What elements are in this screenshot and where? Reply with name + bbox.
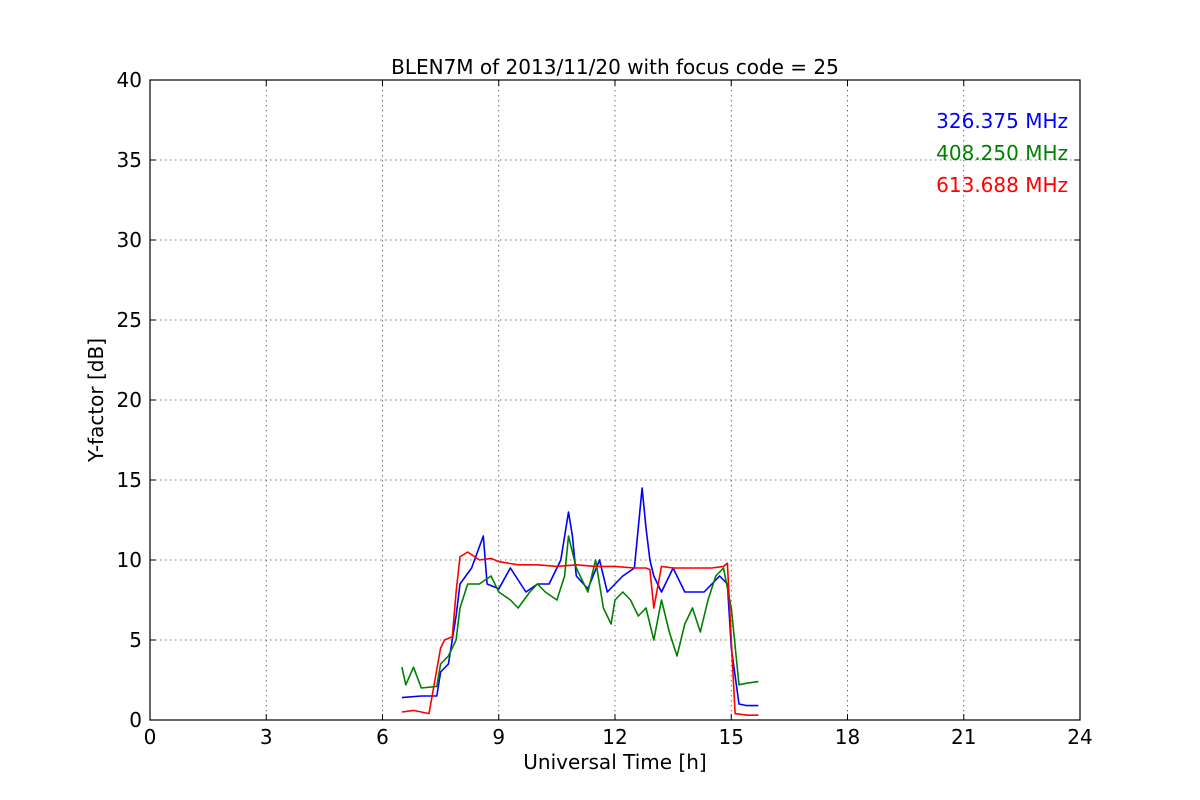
- legend-entry-0: 326.375 MHz: [936, 109, 1068, 133]
- y-tick-label: 40: [117, 68, 142, 92]
- x-tick-label: 3: [260, 725, 273, 749]
- x-tick-label: 24: [1067, 725, 1092, 749]
- x-tick-label: 6: [376, 725, 389, 749]
- y-tick-label: 15: [117, 468, 142, 492]
- legend-entry-2: 613.688 MHz: [936, 173, 1068, 197]
- x-tick-label: 0: [144, 725, 157, 749]
- series-layer: [401, 487, 759, 717]
- legend: 326.375 MHz 408.250 MHz 613.688 MHz: [936, 109, 1068, 197]
- legend-entry-1: 408.250 MHz: [936, 141, 1068, 165]
- y-tick-label: 30: [117, 228, 142, 252]
- x-tick-label: 12: [602, 725, 627, 749]
- y-tick-labels: 0 5 10 15 20 25 30 35 40: [117, 68, 142, 732]
- y-tick-label: 5: [129, 628, 142, 652]
- x-tick-label: 18: [835, 725, 860, 749]
- x-axis-label: Universal Time [h]: [523, 750, 706, 774]
- y-tick-label: 10: [117, 548, 142, 572]
- y-tick-label: 35: [117, 148, 142, 172]
- y-axis-label: Y-factor [dB]: [84, 338, 108, 463]
- x-tick-label: 15: [719, 725, 744, 749]
- series-line-1: [401, 535, 759, 689]
- x-tick-label: 21: [951, 725, 976, 749]
- y-tick-label: 0: [129, 708, 142, 732]
- y-tick-label: 20: [117, 388, 142, 412]
- chart-canvas: BLEN7M of 2013/11/20 with focus code = 2…: [84, 55, 1093, 774]
- chart-title: BLEN7M of 2013/11/20 with focus code = 2…: [391, 55, 839, 79]
- x-tick-labels: 0 3 6 9 12 15 18 21 24: [144, 725, 1093, 749]
- y-tick-label: 25: [117, 308, 142, 332]
- x-tick-label: 9: [492, 725, 505, 749]
